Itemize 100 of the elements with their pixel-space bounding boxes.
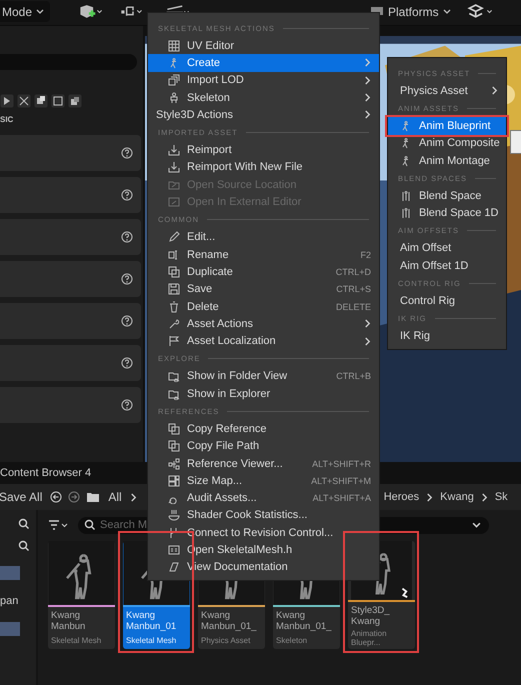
menu-item[interactable]: Aim Offset: [388, 240, 506, 258]
menu-item[interactable]: Anim Blueprint: [388, 117, 506, 135]
asset-name: Style3D_ Kwang: [350, 604, 391, 627]
tree-item[interactable]: pan: [0, 594, 22, 608]
menu-item[interactable]: Shader Cook Statistics...: [148, 506, 379, 524]
help-icon[interactable]: [121, 399, 133, 411]
menu-item[interactable]: Control Rig: [388, 292, 506, 310]
chevron-down-icon: [36, 8, 44, 14]
category-label: SIC: [0, 115, 14, 126]
menu-item[interactable]: Duplicate CTRL+D: [148, 263, 379, 281]
mode-dropdown[interactable]: Mode: [0, 1, 50, 22]
menu-item[interactable]: Import LOD: [148, 72, 379, 89]
menu-item[interactable]: Copy Reference: [148, 420, 379, 438]
menu-item[interactable]: Create: [148, 54, 379, 72]
text-cursor-icon: [168, 248, 180, 261]
asset-type: Physics Asset: [200, 635, 252, 647]
blend-icon: [400, 190, 412, 202]
menu-item[interactable]: Rename F2: [148, 246, 379, 264]
help-icon[interactable]: [121, 357, 133, 369]
copy-icon: [168, 440, 180, 452]
menu-item[interactable]: Reimport: [148, 141, 379, 159]
window-arrow-icon: [168, 196, 180, 208]
menu-item[interactable]: Reference Viewer... ALT+SHIFT+R: [148, 454, 379, 472]
breadcrumb[interactable]: Sk: [494, 491, 509, 503]
help-icon[interactable]: [121, 231, 133, 243]
help-icon[interactable]: [121, 273, 133, 285]
menu-item[interactable]: Blend Space 1D: [388, 204, 506, 222]
breadcrumb[interactable]: Heroes: [382, 491, 420, 503]
menu-item[interactable]: Save CTRL+S: [148, 280, 379, 298]
trash-icon: [168, 300, 180, 312]
menu-item[interactable]: IK Rig: [388, 328, 506, 345]
back-icon[interactable]: [50, 491, 62, 503]
folder-search-icon: [168, 370, 180, 382]
search-icon[interactable]: [18, 540, 30, 552]
chevron-down-icon[interactable]: [472, 522, 481, 528]
square-icon[interactable]: [51, 94, 65, 108]
menu-item[interactable]: Blend Space: [388, 187, 506, 204]
chevron-right-icon: [130, 492, 137, 502]
code-file-icon: [168, 544, 180, 556]
menu-item[interactable]: Anim Montage: [388, 152, 506, 170]
chevron-right-icon: [426, 492, 434, 502]
add-cube-icon[interactable]: [78, 4, 104, 21]
folder-arrow-icon: [168, 178, 180, 191]
cube-icon[interactable]: [34, 94, 48, 108]
menu-item[interactable]: Reimport With New File: [148, 158, 379, 176]
asset-type: Animation Bluepr...: [350, 628, 388, 649]
copy-icon: [168, 422, 180, 435]
tray-arrow-icon: [168, 161, 180, 174]
stack-icon[interactable]: [68, 94, 82, 108]
node-graph-icon: [168, 458, 180, 470]
layers-icon: [168, 74, 180, 86]
tab-title[interactable]: Content Browser 4: [0, 467, 92, 479]
wrench-icon: [168, 318, 180, 330]
menu-item[interactable]: Style3D Actions: [148, 106, 379, 124]
menu-item[interactable]: Size Map... ALT+SHIFT+M: [148, 472, 379, 490]
asset-type: Skeletal Mesh: [125, 635, 178, 647]
chevron-down-icon: [442, 8, 451, 14]
menu-item[interactable]: Delete DELETE: [148, 298, 379, 316]
menu-item[interactable]: Anim Composite: [388, 134, 506, 152]
chevron-right-icon: [491, 86, 498, 96]
flag-icon: [168, 335, 180, 348]
asset-name: Kwang Manbun_01_: [275, 609, 332, 634]
breadcrumb[interactable]: Kwang: [439, 491, 475, 503]
blocks-icon: [168, 474, 180, 487]
asset-name: Kwang Manbun_01: [125, 609, 178, 634]
help-icon[interactable]: [121, 189, 133, 201]
bowl-icon: [168, 509, 180, 522]
menu-item[interactable]: Show in Explorer: [148, 385, 379, 402]
menu-item[interactable]: Skeleton: [148, 88, 379, 106]
character-thumbnail-icon: [48, 541, 115, 605]
asset-type: Skeleton: [275, 635, 308, 647]
menu-item[interactable]: Aim Offset 1D: [388, 257, 506, 274]
menu-item[interactable]: Copy File Path: [148, 438, 379, 455]
folder-search-icon: [168, 388, 180, 400]
asset-name: Kwang Manbun_01_: [200, 609, 258, 634]
search-icon[interactable]: [18, 518, 30, 530]
save-icon: [168, 283, 180, 296]
duplicate-icon: [168, 266, 180, 278]
play-icon[interactable]: [0, 94, 14, 108]
menu-item[interactable]: Asset Actions: [148, 315, 379, 332]
asset-type: Skeletal Mesh: [50, 635, 102, 647]
asset-tile[interactable]: Kwang Manbun Skeletal Mesh: [48, 541, 115, 649]
menu-item[interactable]: Physics Asset: [388, 82, 506, 100]
folder-icon[interactable]: [86, 491, 100, 503]
menu-item[interactable]: Edit...: [148, 228, 379, 246]
chevron-right-icon: [480, 492, 488, 502]
help-icon[interactable]: [121, 315, 133, 327]
menu-item[interactable]: UV Editor: [148, 37, 379, 54]
filter-icon[interactable]: [48, 519, 70, 531]
menu-item[interactable]: Asset Localization: [148, 332, 379, 350]
tray-arrow-icon: [168, 144, 180, 156]
forward-icon[interactable]: [68, 491, 80, 503]
menu-item[interactable]: Audit Assets... ALT+SHIFT+A: [148, 490, 379, 507]
breadcrumb[interactable]: All: [106, 490, 124, 504]
person-icon: [168, 92, 180, 104]
pencil-icon: [168, 231, 180, 244]
grid-icon: [168, 40, 180, 52]
blend-icon: [400, 207, 412, 220]
help-icon[interactable]: [121, 147, 133, 159]
menu-item[interactable]: Show in Folder View CTRL+B: [148, 368, 379, 386]
